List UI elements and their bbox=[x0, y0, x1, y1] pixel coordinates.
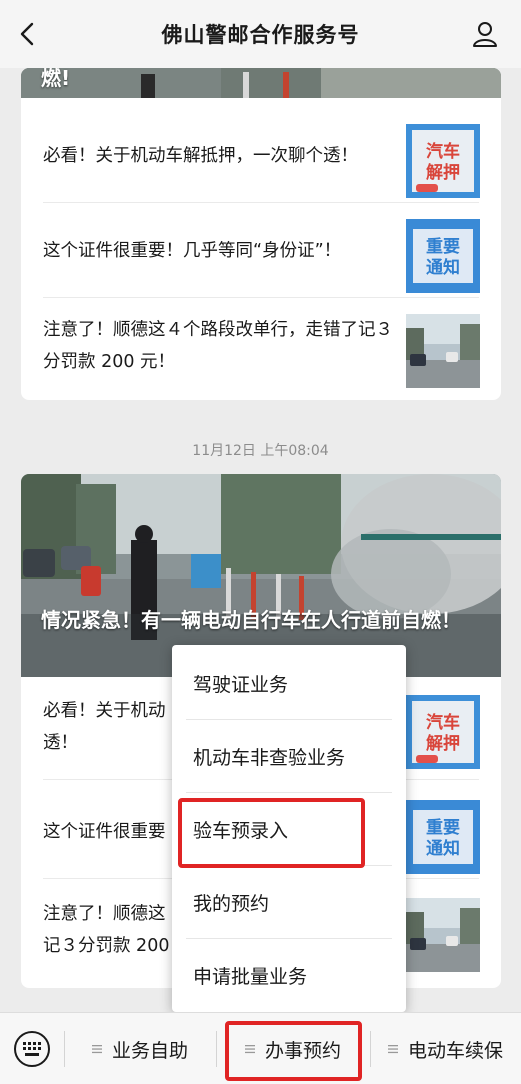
bar-divider bbox=[216, 1031, 217, 1067]
svg-text:通知: 通知 bbox=[426, 838, 460, 859]
keyboard-icon[interactable] bbox=[12, 1029, 52, 1069]
menu-item-vehicle-non-inspection[interactable]: 机动车非查验业务 bbox=[172, 720, 406, 793]
svg-text:汽车: 汽车 bbox=[426, 141, 460, 162]
article-row-title-line1: 注意了！顺德这 bbox=[43, 903, 166, 924]
highlight-box-inspection-pre-entry bbox=[178, 798, 365, 868]
svg-text:重要: 重要 bbox=[426, 236, 460, 257]
bar-divider bbox=[64, 1031, 65, 1067]
menu-lines-icon bbox=[91, 1045, 102, 1054]
article-row-title-line1: 必看！关于机动 bbox=[43, 700, 166, 721]
article-row-title-line2: 记３分罚款 200 bbox=[43, 935, 170, 956]
svg-text:通知: 通知 bbox=[426, 257, 460, 278]
message-timestamp: 11月12日 上午08:04 bbox=[192, 443, 329, 459]
menu-lines-icon bbox=[387, 1045, 398, 1054]
article-thumb-important-notice: 重要 通知 bbox=[406, 800, 480, 874]
account-title: 佛山警邮合作服务号 bbox=[161, 23, 360, 47]
article-hero-title-tail: 燃! bbox=[41, 68, 71, 90]
tab-self-service[interactable]: 业务自助 bbox=[66, 1013, 214, 1084]
svg-text:解押: 解押 bbox=[426, 162, 460, 183]
article-row-title: 必看！关于机动车解抵押，一次聊个透！ bbox=[43, 145, 358, 166]
tab-label: 电动车续保 bbox=[407, 1039, 503, 1062]
back-arrow-icon[interactable] bbox=[14, 20, 42, 48]
article-row[interactable]: 这个证件很重要！几乎等同“身份证”！ 重要 通知 bbox=[21, 203, 501, 298]
menu-item-my-appointments[interactable]: 我的预约 bbox=[172, 866, 406, 939]
article-thumb-road-photo bbox=[406, 314, 480, 388]
article-hero-title: 情况紧急！有一辆电动自行车在人行道前自燃！ bbox=[41, 608, 461, 632]
profile-icon[interactable] bbox=[471, 20, 499, 48]
article-row[interactable]: 注意了！顺德这４个路段改单行，走错了记３分罚款 200 元！ bbox=[21, 298, 501, 393]
svg-text:重要: 重要 bbox=[426, 817, 460, 838]
top-nav-bar: 佛山警邮合作服务号 bbox=[0, 0, 521, 68]
article-row-title: 注意了！顺德这４个路段改单行，走错了记３分罚款 200 元！ bbox=[43, 319, 393, 372]
article-row[interactable]: 必看！关于机动车解抵押，一次聊个透！ 汽车 解押 bbox=[21, 108, 501, 203]
article-hero-image-partial[interactable]: 燃! bbox=[21, 68, 501, 98]
article-card-previous: 燃! 必看！关于机动车解抵押，一次聊个透！ 汽车 解押 这个证件很重要！几乎等同… bbox=[21, 68, 501, 400]
svg-text:汽车: 汽车 bbox=[426, 712, 460, 733]
article-thumb-important-notice: 重要 通知 bbox=[406, 219, 480, 293]
svg-text:解押: 解押 bbox=[426, 733, 460, 754]
article-row-title-line2: 透！ bbox=[43, 732, 78, 753]
bar-divider bbox=[370, 1031, 371, 1067]
article-thumb-road-photo bbox=[406, 898, 480, 972]
menu-item-driver-license[interactable]: 驾驶证业务 bbox=[172, 647, 406, 720]
article-thumb-car-release: 汽车 解押 bbox=[406, 695, 480, 769]
article-row-title: 这个证件很重要！几乎等同“身份证”！ bbox=[43, 240, 342, 261]
tab-label: 业务自助 bbox=[111, 1039, 188, 1062]
menu-item-batch-business[interactable]: 申请批量业务 bbox=[172, 939, 406, 1012]
tab-ebike-insurance[interactable]: 电动车续保 bbox=[372, 1013, 519, 1084]
highlight-box-appointment-tab bbox=[225, 1021, 362, 1081]
article-thumb-car-release: 汽车 解押 bbox=[406, 124, 480, 198]
